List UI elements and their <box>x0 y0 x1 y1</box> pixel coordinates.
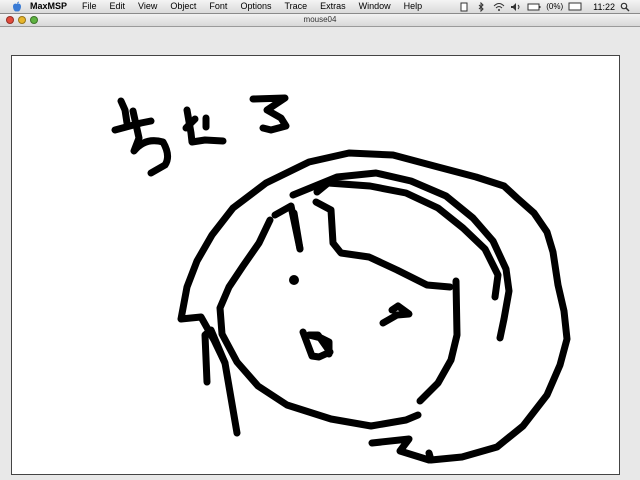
menu-object[interactable]: Object <box>170 0 203 13</box>
bluetooth-icon[interactable] <box>476 1 488 12</box>
document-icon[interactable] <box>459 2 471 12</box>
menu-trace[interactable]: Trace <box>284 0 314 13</box>
right-eye <box>379 302 413 327</box>
menu-help[interactable]: Help <box>404 0 430 13</box>
patcher-window: mouse04 <box>0 14 640 480</box>
menu-edit[interactable]: Edit <box>110 0 133 13</box>
display-icon[interactable] <box>568 2 582 12</box>
battery-percent: (0%) <box>546 2 564 11</box>
battery-icon[interactable] <box>527 2 541 12</box>
mouth <box>299 328 334 361</box>
handwritten-characters <box>111 94 290 177</box>
freehand-drawing <box>111 94 571 464</box>
drawing-canvas[interactable] <box>11 55 620 475</box>
menu-extras[interactable]: Extras <box>320 0 353 13</box>
menu-bar: MaxMSP File Edit View Object Font Option… <box>0 0 640 14</box>
menu-extras-status: (0%) 11:22 <box>459 0 632 13</box>
window-content <box>0 27 640 480</box>
window-title: mouse04 <box>303 15 337 24</box>
menu-options[interactable]: Options <box>240 0 278 13</box>
menu-app-name[interactable]: MaxMSP <box>30 0 74 13</box>
spotlight-icon[interactable] <box>620 2 632 12</box>
left-eye <box>289 275 299 285</box>
menu-clock[interactable]: 11:22 <box>593 2 615 12</box>
menu-view[interactable]: View <box>138 0 164 13</box>
menu-file[interactable]: File <box>82 0 104 13</box>
menu-window[interactable]: Window <box>359 0 398 13</box>
volume-icon[interactable] <box>510 2 522 12</box>
menu-font[interactable]: Font <box>209 0 234 13</box>
apple-menu-icon[interactable] <box>10 1 24 13</box>
window-titlebar[interactable]: mouse04 <box>0 14 640 27</box>
wifi-icon[interactable] <box>493 2 505 12</box>
